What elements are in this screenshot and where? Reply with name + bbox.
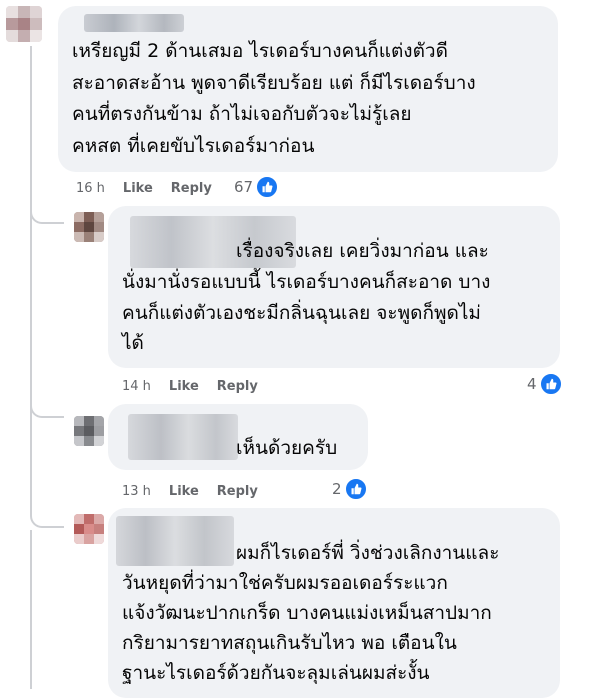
comment-text-line: เห็นด้วยครับ xyxy=(236,437,338,459)
thumbs-up-icon xyxy=(255,175,280,199)
thread-branch xyxy=(30,490,64,528)
reaction-count[interactable]: 4 xyxy=(527,372,563,396)
comment-text-line: เหรียญมี 2 ด้านเสมอ ไรเดอร์บางคนก็แต่งตั… xyxy=(72,40,448,62)
comment-bubble: เห็นด้วยครับ xyxy=(108,404,368,470)
like-button[interactable]: Like xyxy=(169,379,199,394)
thread-line xyxy=(30,530,32,689)
comment-text-line: คหสต ที่เคยขับไรเดอร์มาก่อน xyxy=(72,134,315,157)
timestamp[interactable]: 16 h xyxy=(76,181,105,196)
author-name-redacted[interactable] xyxy=(84,14,184,32)
comment-text-line: เรื่องจริงเลย เคยวิ่งมาก่อน และ xyxy=(236,240,489,262)
comment-text-line: นั่งมานั่งรอแบบนี้ ไรเดอร์บางคนก็สะอาด บ… xyxy=(122,271,491,293)
timestamp[interactable]: 14 h xyxy=(122,379,151,394)
comment-text-line: ฐานะไรเดอร์ด้วยกันจะลุมเล่นผมส่ะงั้น xyxy=(122,662,430,684)
thumbs-up-icon xyxy=(538,372,563,396)
comment-actions: 14 h Like Reply xyxy=(122,376,276,396)
comment-text-line: แจ้งวัฒนะปากเกร็ด บางคนแม่งเหม็นสาปมาก xyxy=(122,602,492,624)
comment-text-line: คนก็แต่งตัวเองชะมีกลิ่นฉุนเลย จะพูดก็พูด… xyxy=(122,301,481,324)
avatar[interactable] xyxy=(74,212,104,242)
reaction-number: 2 xyxy=(332,480,342,498)
comment-text-line: ได้ xyxy=(122,332,144,354)
thread-branch xyxy=(30,380,64,418)
comment-bubble: เหรียญมี 2 ด้านเสมอ ไรเดอร์บางคนก็แต่งตั… xyxy=(58,6,558,172)
avatar[interactable] xyxy=(6,6,42,42)
comment-bubble: ผมก็ไรเดอร์พี่ วิ่งช่วงเลิกงานและ วันหยุ… xyxy=(108,508,560,698)
thread-branch xyxy=(30,186,64,224)
reaction-count[interactable]: 2 xyxy=(332,477,368,501)
comment-bubble: เรื่องจริงเลย เคยวิ่งมาก่อน และ นั่งมานั… xyxy=(108,206,560,368)
comment-text-line: ผมก็ไรเดอร์พี่ วิ่งช่วงเลิกงานและ xyxy=(236,542,500,564)
comment-text-line: คนที่ตรงกันข้าม ถ้าไม่เจอกับตัวจะไม่รู้เ… xyxy=(72,103,412,125)
comment-text-line: สะอาดสะอ้าน พูดจาดีเรียบร้อย แต่ ก็มีไรเ… xyxy=(72,71,476,94)
reply-button[interactable]: Reply xyxy=(217,379,258,394)
comment-actions: 16 h Like Reply xyxy=(76,178,230,198)
avatar[interactable] xyxy=(74,416,104,446)
comment-text-line: วันหยุดที่ว่ามาใช่ครับผมรออเดอร์ระแวก xyxy=(122,572,448,594)
thumbs-up-icon xyxy=(343,477,368,501)
timestamp[interactable]: 13 h xyxy=(122,484,151,499)
thread-line xyxy=(30,46,32,516)
comment-actions: 13 h Like Reply xyxy=(122,481,276,501)
author-name-redacted[interactable] xyxy=(116,516,234,566)
reply-button[interactable]: Reply xyxy=(217,484,258,499)
reaction-number: 67 xyxy=(234,178,254,196)
comment-text-line: กริยามารยาทสถุนเกินรับไหว พอ เตือนใน xyxy=(122,632,457,654)
avatar[interactable] xyxy=(74,514,104,544)
reaction-number: 4 xyxy=(527,375,537,393)
author-name-redacted[interactable] xyxy=(128,414,238,460)
reply-button[interactable]: Reply xyxy=(171,181,212,196)
like-button[interactable]: Like xyxy=(169,484,199,499)
reaction-count[interactable]: 67 xyxy=(234,175,280,199)
like-button[interactable]: Like xyxy=(123,181,153,196)
